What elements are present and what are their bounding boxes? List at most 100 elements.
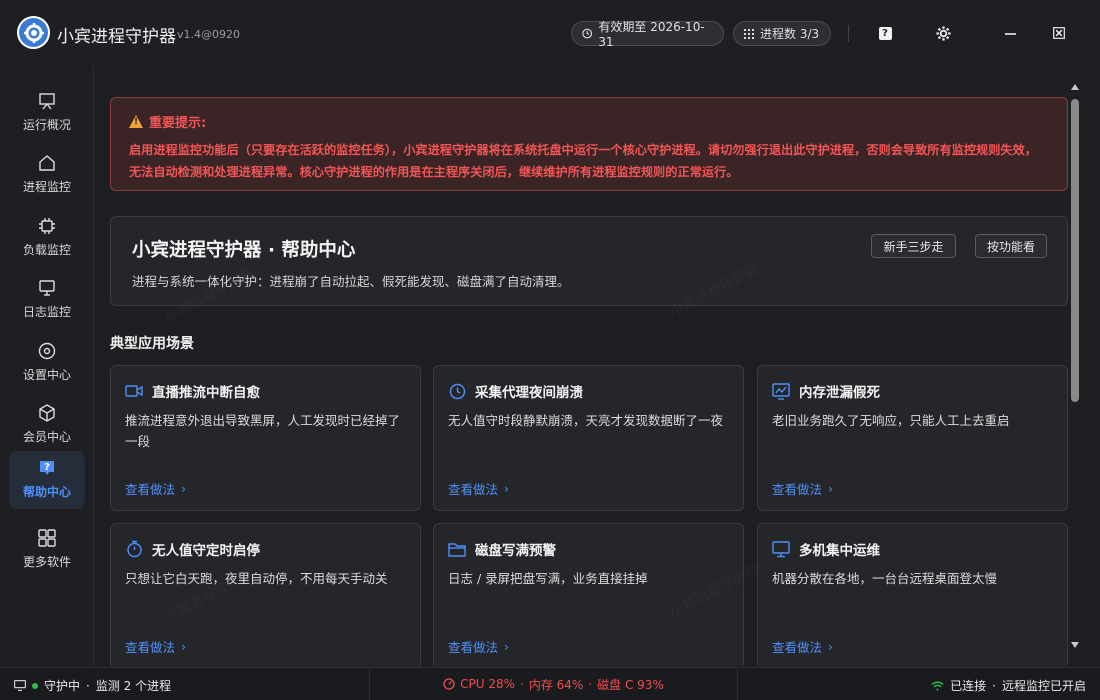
link-label: 查看做法 — [448, 640, 499, 655]
help-icon: ? — [878, 26, 892, 40]
card-description: 日志 / 录屏把盘写满，业务直接挂掉 — [448, 571, 648, 586]
hero-title: 小宾进程守护器 · 帮助中心 — [132, 240, 356, 261]
title-divider — [848, 25, 849, 42]
online-dot — [32, 682, 38, 689]
link-label: 查看做法 — [772, 640, 823, 655]
card-title: 磁盘写满预警 — [475, 543, 556, 559]
scenarios-heading: 典型应用场景 — [110, 336, 194, 352]
desktop-icon — [772, 540, 790, 558]
expiry-text: 有效期至 2026-10-31 — [598, 20, 705, 49]
gauge-icon — [443, 678, 455, 690]
scenario-card[interactable]: 采集代理夜间崩溃 无人值守时段静默崩溃，天亮才发现数据断了一夜 查看做法 › — [433, 365, 744, 511]
settings-button[interactable] — [931, 22, 955, 44]
help-hero-card: 小宾进程守护器 · 帮助中心 进程与系统一体化守护：进程崩了自动拉起、假死能发现… — [110, 216, 1068, 306]
separator-dot: · — [992, 678, 996, 693]
scenario-card[interactable]: 磁盘写满预警 日志 / 录屏把盘写满，业务直接挂掉 查看做法 › — [433, 523, 744, 666]
close-icon — [1053, 27, 1065, 39]
scenario-card[interactable]: 多机集中运维 机器分散在各地，一台台远程桌面登太慢 查看做法 › — [757, 523, 1068, 666]
connection-status: 已连接 · 远程监控已开启 — [931, 677, 1086, 694]
help-button[interactable]: ? — [873, 22, 897, 44]
scenario-card[interactable]: 直播推流中断自愈 推流进程意外退出导致黑屏，人工发现时已经掉了一段 查看做法 › — [110, 365, 421, 511]
sidebar-item-label: 更多软件 — [22, 555, 71, 569]
sidebar-item-help[interactable]: ? 帮助中心 — [9, 451, 85, 509]
sidebar-item-label: 设置中心 — [22, 368, 71, 382]
view-method-link[interactable]: 查看做法 › — [125, 637, 186, 656]
card-description: 推流进程意外退出导致黑屏，人工发现时已经掉了一段 — [125, 413, 401, 449]
chevron-right-icon: › — [828, 639, 834, 654]
grid-dots-icon — [744, 28, 754, 39]
scroll-up-arrow-icon[interactable] — [1071, 84, 1079, 90]
process-count-text: 进程数 3/3 — [760, 27, 820, 41]
sidebar-item-logs[interactable]: 日志监控 — [9, 271, 85, 329]
warning-text: 启用进程监控功能后（只要存在活跃的监控任务），小宾进程守护器将在系统托盘中运行一… — [129, 143, 1037, 179]
warning-title: 重要提示: — [149, 116, 207, 131]
expiry-badge[interactable]: 有效期至 2026-10-31 — [571, 20, 724, 49]
minimize-button[interactable] — [998, 22, 1022, 44]
chevron-right-icon: › — [828, 481, 834, 496]
presentation-icon — [36, 90, 58, 112]
sidebar-item-more[interactable]: 更多软件 — [9, 521, 85, 579]
svg-text:?: ? — [44, 462, 50, 473]
stopwatch-icon — [125, 540, 143, 558]
status-bar: 守护中 · 监测 2 个进程 CPU 28% · 内存 64% · 磁盘 C 9… — [0, 667, 1100, 700]
link-label: 查看做法 — [448, 482, 499, 497]
chevron-right-icon: › — [181, 481, 187, 496]
view-method-link[interactable]: 查看做法 › — [125, 479, 186, 498]
wifi-icon — [931, 681, 944, 690]
view-method-link[interactable]: 查看做法 › — [448, 479, 509, 498]
sidebar-item-label: 日志监控 — [22, 305, 71, 319]
scrollbar-thumb[interactable] — [1071, 99, 1079, 402]
disk-usage: 磁盘 C 93% — [597, 677, 664, 692]
sidebar-item-member[interactable]: 会员中心 — [9, 396, 85, 454]
video-icon — [125, 382, 143, 400]
scrollbar[interactable] — [1070, 82, 1080, 652]
card-title: 内存泄漏假死 — [799, 385, 880, 401]
sidebar-item-load[interactable]: 负载监控 — [9, 209, 85, 267]
main-content[interactable]: 重要提示: 启用进程监控功能后（只要存在活跃的监控任务），小宾进程守护器将在系统… — [95, 66, 1085, 666]
sidebar-item-label: 会员中心 — [22, 430, 71, 444]
separator-dot: · — [520, 677, 524, 691]
sidebar-item-label: 进程监控 — [22, 180, 71, 194]
gear-icon — [935, 25, 951, 41]
scenario-card[interactable]: 内存泄漏假死 老旧业务跑久了无响应，只能人工上去重启 查看做法 › — [757, 365, 1068, 511]
grid-icon — [36, 527, 58, 549]
chip-icon — [36, 215, 58, 237]
scenario-card[interactable]: 无人值守定时启停 只想让它白天跑，夜里自动停，不用每天手动关 查看做法 › — [110, 523, 421, 666]
card-description: 机器分散在各地，一台台远程桌面登太慢 — [772, 571, 998, 586]
scroll-down-arrow-icon[interactable] — [1071, 642, 1079, 648]
warning-banner: 重要提示: 启用进程监控功能后（只要存在活跃的监控任务），小宾进程守护器将在系统… — [110, 97, 1068, 191]
quick-start-button[interactable]: 新手三步走 — [871, 234, 956, 258]
sidebar-item-label: 负载监控 — [22, 243, 71, 257]
card-description: 只想让它白天跑，夜里自动停，不用每天手动关 — [125, 571, 388, 586]
card-title: 多机集中运维 — [799, 543, 880, 559]
hero-subtitle: 进程与系统一体化守护：进程崩了自动拉起、假死能发现、磁盘满了自动清理。 — [132, 274, 570, 289]
view-method-link[interactable]: 查看做法 › — [448, 637, 509, 656]
remote-monitor-text: 远程监控已开启 — [1001, 679, 1086, 693]
guard-status-text: 守护中 — [44, 679, 81, 693]
app-window: 小宾进程守护器 v1.4@0920 有效期至 2026-10-31 进程数 3/… — [0, 0, 1100, 700]
link-label: 查看做法 — [772, 482, 823, 497]
view-method-link[interactable]: 查看做法 › — [772, 479, 833, 498]
box-icon — [36, 402, 58, 424]
app-logo-icon — [17, 16, 50, 49]
close-button[interactable] — [1047, 22, 1071, 44]
sidebar-item-process[interactable]: 进程监控 — [9, 146, 85, 204]
link-label: 查看做法 — [125, 482, 176, 497]
separator-dot: · — [588, 677, 593, 691]
sidebar-item-settings[interactable]: 设置中心 — [9, 334, 85, 392]
monitor-icon — [14, 680, 26, 691]
sidebar: 运行概况 进程监控 负载监控 日志监控 设置中心 会员中心 ? 帮助中心 更多软 — [0, 66, 94, 666]
chevron-right-icon: › — [504, 639, 510, 654]
chevron-right-icon: › — [504, 481, 510, 496]
view-method-link[interactable]: 查看做法 › — [772, 637, 833, 656]
folder-icon — [448, 540, 466, 558]
by-feature-button[interactable]: 按功能看 — [975, 234, 1047, 258]
cpu-usage: CPU 28% — [460, 677, 516, 691]
card-title: 采集代理夜间崩溃 — [475, 385, 583, 401]
monitor-icon — [36, 277, 58, 299]
process-count-badge[interactable]: 进程数 3/3 — [733, 21, 831, 46]
card-description: 老旧业务跑久了无响应，只能人工上去重启 — [772, 413, 1010, 428]
separator-dot: · — [86, 678, 90, 693]
sidebar-item-overview[interactable]: 运行概况 — [9, 84, 85, 142]
card-title: 无人值守定时启停 — [152, 543, 260, 559]
